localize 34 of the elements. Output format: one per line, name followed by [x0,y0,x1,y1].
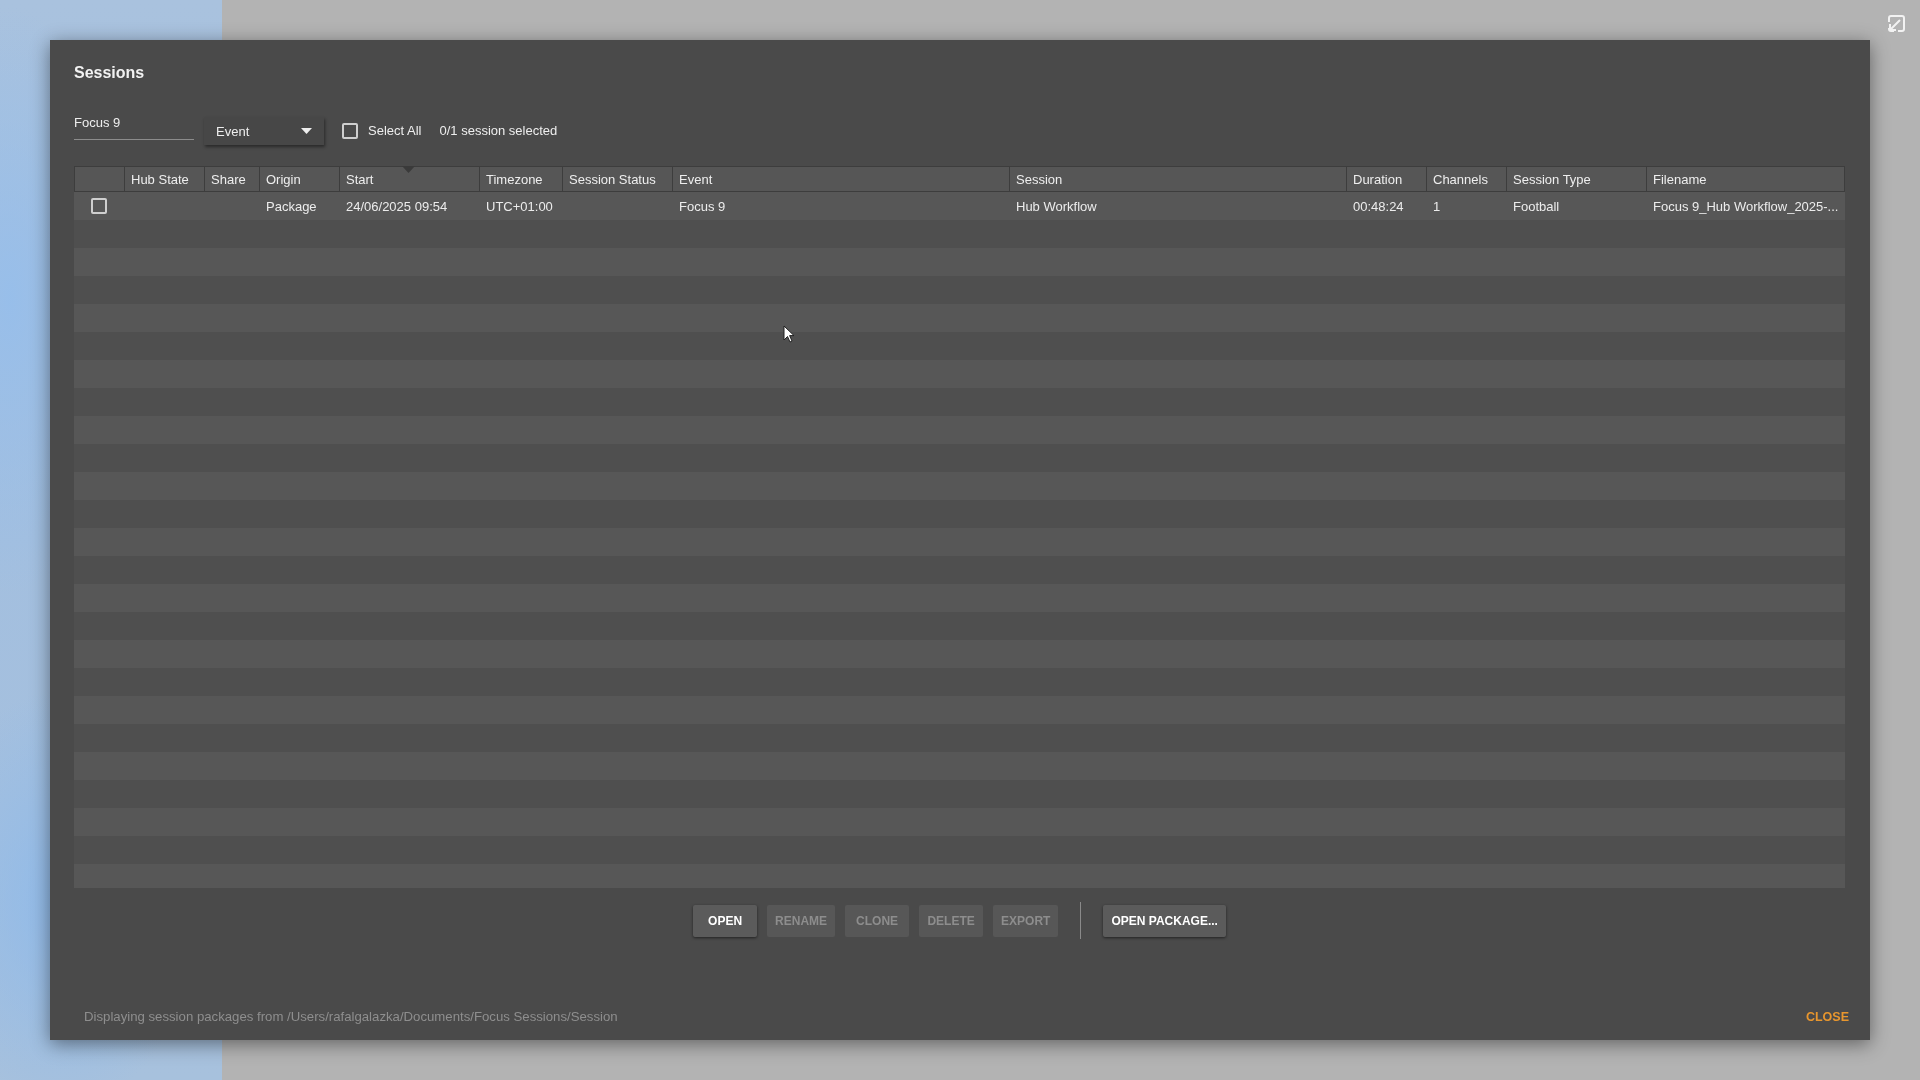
table-cell-text: 00:48:24 [1352,197,1405,216]
column-header[interactable]: Session Status [563,167,673,191]
table-cell-text: UTC+01:00 [485,197,554,216]
dialog-title: Sessions [74,63,145,83]
mouse-pointer-icon [783,325,795,343]
search-field[interactable]: Focus 9 [74,112,194,140]
column-header[interactable]: Channels [1427,167,1507,191]
table-cell-text: Focus 9 [678,197,727,216]
select-all-checkbox[interactable] [342,123,358,139]
select-all-label: Select All [368,123,422,139]
table-cell-text: Focus 9_Hub Workflow_2025-... [1652,197,1840,216]
status-text: Displaying session packages from /Users/rafalgalazka/Documents/Focus Sessions/Session [84,1008,618,1026]
column-header[interactable]: Filename [1647,167,1846,191]
table-cell-text: 24/06/2025 09:54 [345,197,449,216]
selection-count: 0/1 session selected [439,123,558,139]
action-button[interactable]: OPEN PACKAGE... [1103,904,1226,937]
row-checkbox[interactable] [91,198,107,214]
column-header[interactable]: Event [673,167,1010,191]
table-cell-text: Package [265,197,318,216]
close-button[interactable]: CLOSE [1805,1008,1849,1026]
column-header[interactable]: Hub State [125,167,205,191]
column-header[interactable]: Session Type [1507,167,1647,191]
column-header[interactable]: Session [1010,167,1347,191]
column-header[interactable]: Origin [260,167,340,191]
caret-icon [301,128,312,134]
action-button[interactable]: OPEN [693,904,758,937]
table-cell-text: 1 [1432,197,1442,216]
column-header[interactable]: Share [205,167,260,191]
table-cell-text: Hub Workflow [1015,197,1098,216]
column-header[interactable]: Timezone [480,167,563,191]
table-cell-text: Football [1512,197,1561,216]
group-by-dropdown[interactable]: Event [204,117,324,145]
column-header[interactable]: Duration [1347,167,1427,191]
column-header[interactable]: Start [340,167,480,191]
